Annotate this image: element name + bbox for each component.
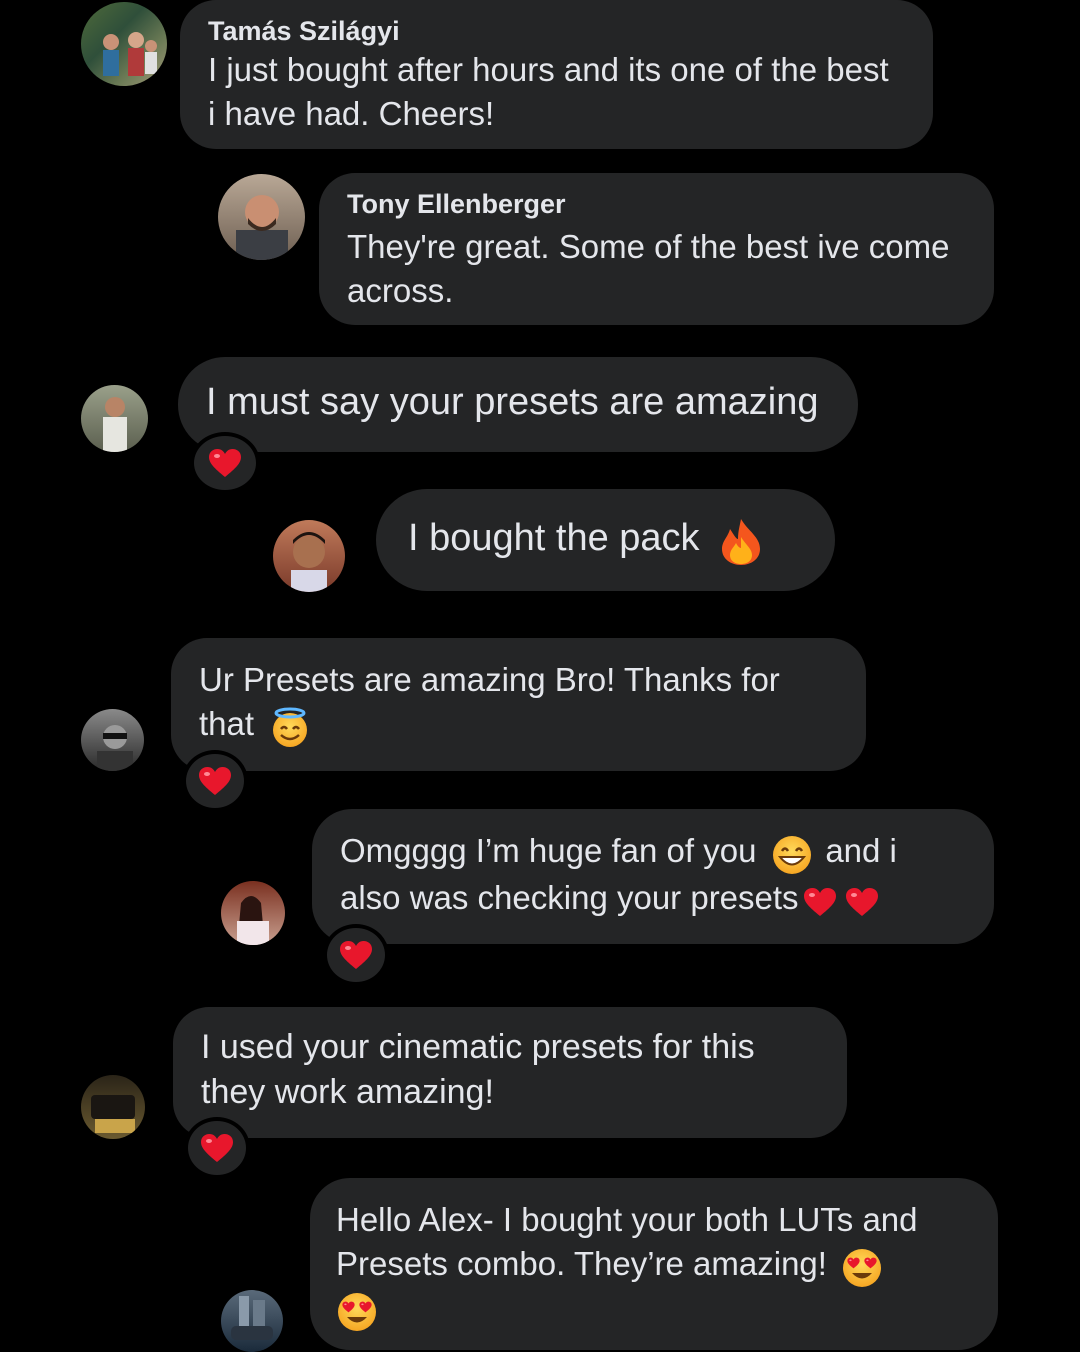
message-text: They're great. Some of the best ive come… <box>347 228 950 309</box>
reaction-badge[interactable] <box>182 750 248 812</box>
sender-name: Tony Ellenberger <box>347 189 566 219</box>
avatar[interactable] <box>81 709 144 771</box>
red-heart-icon <box>208 448 242 478</box>
message-bubble[interactable]: Hello Alex- I bought your both LUTs and … <box>310 1178 998 1350</box>
message-text: that <box>199 705 255 742</box>
avatar-photo-icon <box>97 725 133 771</box>
message-bubble[interactable]: I used your cinematic presets for this t… <box>173 1007 847 1138</box>
avatar-photo-icon <box>237 896 269 945</box>
message-text: I must say your presets are amazing <box>206 381 819 423</box>
message-bubble[interactable]: Tony Ellenberger They're great. Some of … <box>319 173 994 325</box>
message-text: I bought the pack <box>408 517 700 559</box>
message-text-line: also was checking your presets <box>340 876 966 920</box>
message-text-line: Ur Presets are amazing Bro! Thanks for <box>199 661 780 698</box>
avatar[interactable] <box>81 2 167 86</box>
message-text-line: that <box>199 702 838 749</box>
avatar-photo-icon <box>103 397 127 452</box>
fire-emoji <box>722 518 761 565</box>
heart-eyes-emoji <box>843 1248 882 1287</box>
message-text: Hello Alex- I bought your both LUTs and … <box>336 1201 918 1282</box>
avatar[interactable] <box>221 1290 283 1352</box>
message-bubble[interactable]: Tamás Szilágyi I just bought after hours… <box>180 0 933 149</box>
message-text-line: Omgggg I’m huge fan of you and i <box>340 829 966 876</box>
grinning-face-emoji <box>772 835 811 874</box>
message-text: Omgggg I’m huge fan of you <box>340 832 757 869</box>
reaction-badge[interactable] <box>190 432 260 494</box>
avatar-photo-icon <box>236 195 288 260</box>
message-bubble[interactable]: I bought the pack <box>376 489 835 591</box>
avatar-photo-icon <box>291 532 327 592</box>
message-text: also was checking your presets <box>340 878 799 916</box>
message-bubble[interactable]: Omgggg I’m huge fan of you and i also wa… <box>312 809 994 944</box>
avatar-photo-icon <box>103 32 157 76</box>
message-bubble[interactable]: Ur Presets are amazing Bro! Thanks for t… <box>171 638 866 771</box>
message-bubble[interactable]: I must say your presets are amazing <box>178 357 858 452</box>
red-heart-emoji <box>803 887 837 917</box>
message-text: and i <box>825 832 897 869</box>
message-text: I just bought after hours and its one of… <box>208 51 889 132</box>
smiling-face-with-halo-emoji <box>272 707 307 747</box>
avatar-photo-icon <box>231 1296 273 1340</box>
avatar[interactable] <box>273 520 345 592</box>
avatar[interactable] <box>221 881 285 945</box>
red-heart-icon <box>198 766 232 796</box>
avatar[interactable] <box>81 1075 145 1139</box>
red-heart-icon <box>200 1133 234 1163</box>
red-heart-emoji <box>845 887 879 917</box>
red-heart-icon <box>339 940 373 970</box>
sender-name: Tamás Szilágyi <box>208 16 400 46</box>
reaction-badge[interactable] <box>184 1117 250 1179</box>
avatar-photo-icon <box>91 1095 135 1133</box>
avatar[interactable] <box>81 385 148 452</box>
avatar[interactable] <box>218 174 305 260</box>
heart-eyes-emoji <box>338 1292 376 1331</box>
message-text: I used your cinematic presets for this t… <box>201 1028 755 1111</box>
reaction-badge[interactable] <box>323 924 389 986</box>
